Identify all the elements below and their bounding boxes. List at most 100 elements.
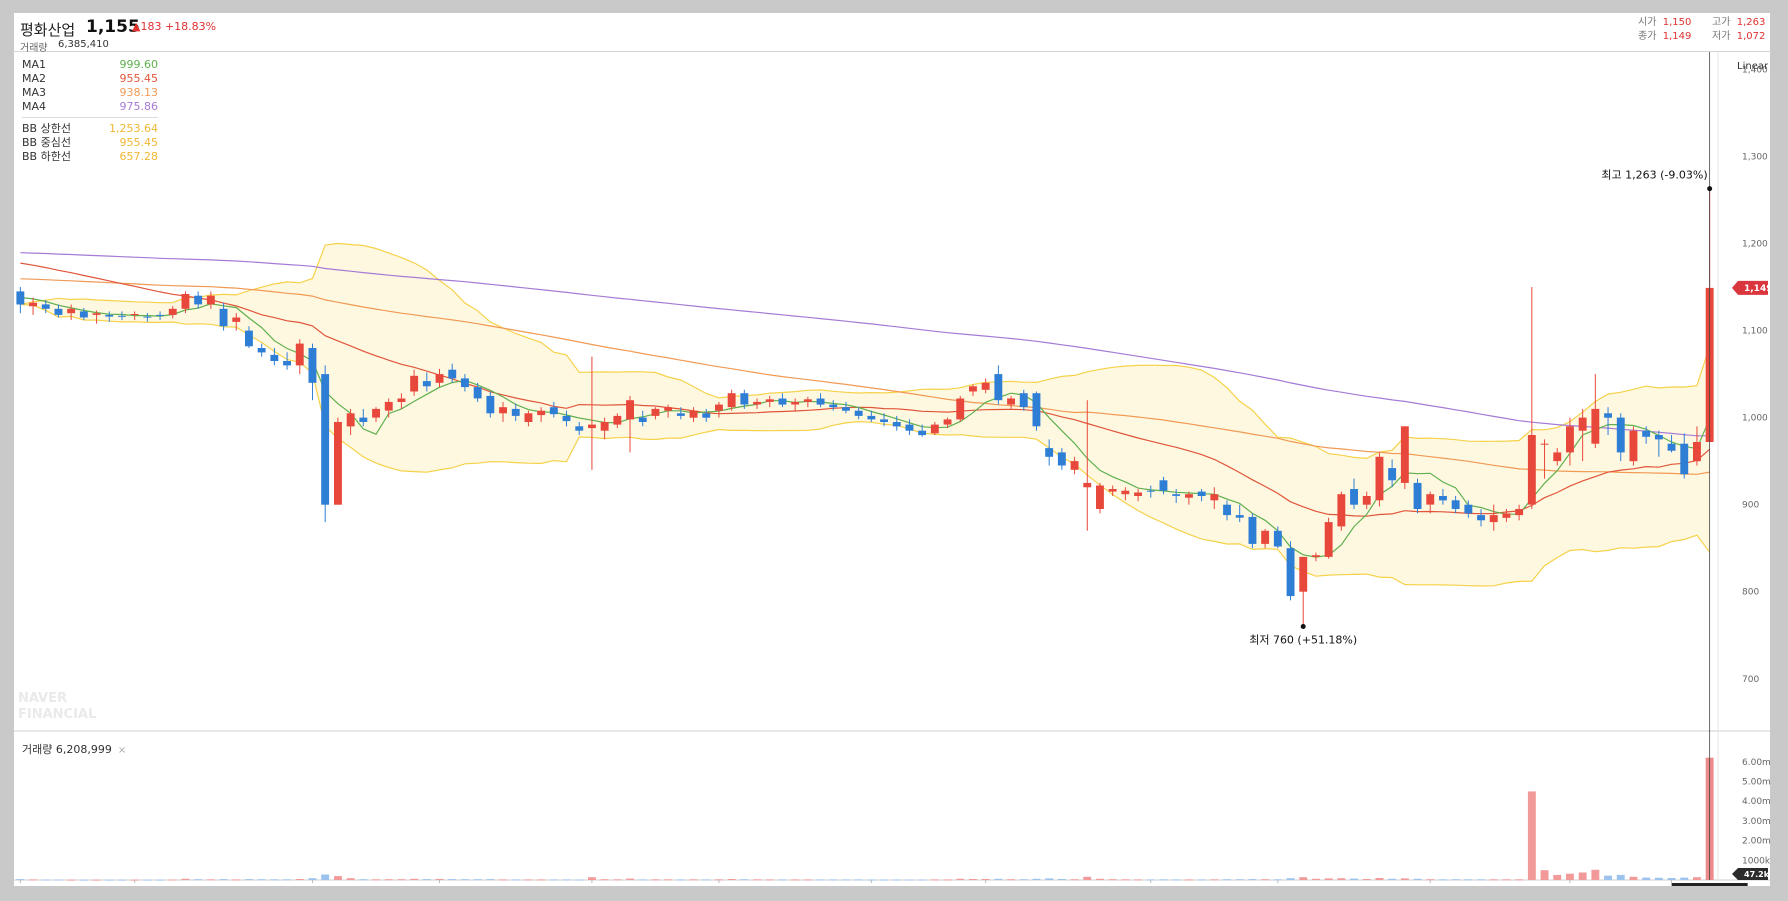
volume-bar [1312, 878, 1320, 880]
close-icon[interactable]: × [118, 745, 126, 756]
volume-bar [245, 879, 253, 881]
candle-body [1477, 515, 1485, 521]
volume-bar [29, 879, 37, 881]
candle-body [664, 407, 673, 411]
candle-body [372, 408, 380, 418]
candle-body [930, 424, 939, 434]
volume-bar [1578, 872, 1587, 880]
candle-body [918, 430, 927, 436]
window-frame-left [0, 13, 14, 901]
high-annotation: 최고 1,263 (-9.03%) [1601, 169, 1707, 182]
candle-body [206, 295, 215, 305]
price-tick-label: 1,000 [1742, 414, 1768, 424]
volume-bar [1235, 879, 1244, 881]
candle-body [689, 410, 698, 418]
candle-body [740, 393, 749, 405]
price-tick-label: 800 [1742, 588, 1759, 598]
candle-body [1096, 485, 1104, 509]
candle-body [1286, 548, 1295, 597]
volume-bar [1172, 879, 1181, 881]
volume-bar [448, 879, 457, 881]
volume-bar [854, 879, 863, 881]
volume-bar [1070, 879, 1079, 881]
volume-bar [600, 879, 609, 881]
candle-body [1146, 490, 1155, 492]
candle-body [181, 294, 190, 309]
volume-bar [1604, 875, 1612, 880]
candle-body [321, 374, 330, 505]
volume-bar [740, 879, 749, 881]
candle-body [575, 426, 584, 431]
candle-body [194, 295, 203, 305]
volume-bar [1134, 879, 1142, 881]
volume-bar [1210, 879, 1219, 881]
candle-body [448, 369, 457, 379]
volume-bar [1515, 879, 1524, 881]
legend-ma4: MA4 975.86 [22, 100, 158, 113]
candle-body [54, 308, 63, 315]
volume-bar [156, 879, 164, 881]
volume-bar [1680, 877, 1689, 880]
candle-body [1489, 515, 1498, 523]
candle-body [626, 400, 634, 420]
current-price-label: 1,149 [1744, 284, 1772, 294]
candle-body [41, 304, 50, 309]
watermark-line2: FINANCIAL [18, 707, 96, 722]
volume-bar [206, 879, 215, 881]
volume-bar [626, 878, 634, 880]
candle-body [1604, 413, 1612, 418]
volume-bar [1553, 874, 1562, 880]
candle-body [1324, 522, 1333, 557]
volume-bar [1413, 878, 1422, 880]
candle-body [346, 413, 355, 427]
candle-body [1185, 494, 1193, 498]
candle-body [257, 348, 266, 353]
volume-bar [956, 878, 965, 880]
candlestick-chart[interactable]: NAVERFINANCIAL1,4001,3001,2001,1001,0009… [0, 0, 1788, 901]
volume-bar [1261, 879, 1270, 881]
candle-body [791, 401, 800, 405]
volume-bar [1362, 879, 1371, 880]
candle-body [676, 413, 685, 416]
volume-bar [257, 879, 266, 881]
candle-body [816, 398, 825, 405]
volume-bar [524, 879, 533, 881]
candle-body [702, 413, 711, 418]
legend-ma3: MA3 938.13 [22, 86, 158, 99]
volume-bar [486, 879, 495, 881]
volume-bar [689, 879, 698, 881]
volume-bar [880, 879, 888, 881]
candle-body [892, 422, 901, 427]
candle-body [245, 330, 253, 347]
volume-bar [54, 879, 63, 881]
volume-bar [702, 879, 711, 881]
candle-body [905, 424, 914, 431]
candle-body [118, 315, 126, 317]
price-tick-label: 1,300 [1742, 152, 1768, 162]
candle-body [435, 374, 444, 383]
candle-body [1223, 504, 1231, 516]
volume-bar [219, 879, 228, 881]
volume-bar [930, 879, 939, 881]
candle-body [867, 415, 876, 420]
volume-bar [1540, 870, 1549, 880]
candle-body [168, 308, 177, 315]
candle-body [1235, 515, 1244, 518]
volume-bar [588, 877, 596, 880]
volume-bar [943, 879, 952, 881]
legend-bb-upper: BB 상한선 1,253.64 [22, 122, 158, 135]
candle-body [969, 386, 977, 392]
candle-body [397, 398, 406, 402]
price-tick-label: 700 [1742, 675, 1759, 685]
candle-body [473, 387, 482, 399]
volume-tick-label: 4.00m [1742, 797, 1771, 807]
legend-ma2: MA2 955.45 [22, 72, 158, 85]
candle-body [156, 314, 164, 316]
volume-bar [1045, 878, 1054, 880]
candle-body [549, 407, 558, 415]
candle-body [1019, 393, 1028, 408]
volume-bar [1185, 879, 1193, 881]
volume-bar [16, 879, 25, 881]
volume-bar [1286, 878, 1295, 880]
candle-body [613, 415, 622, 425]
